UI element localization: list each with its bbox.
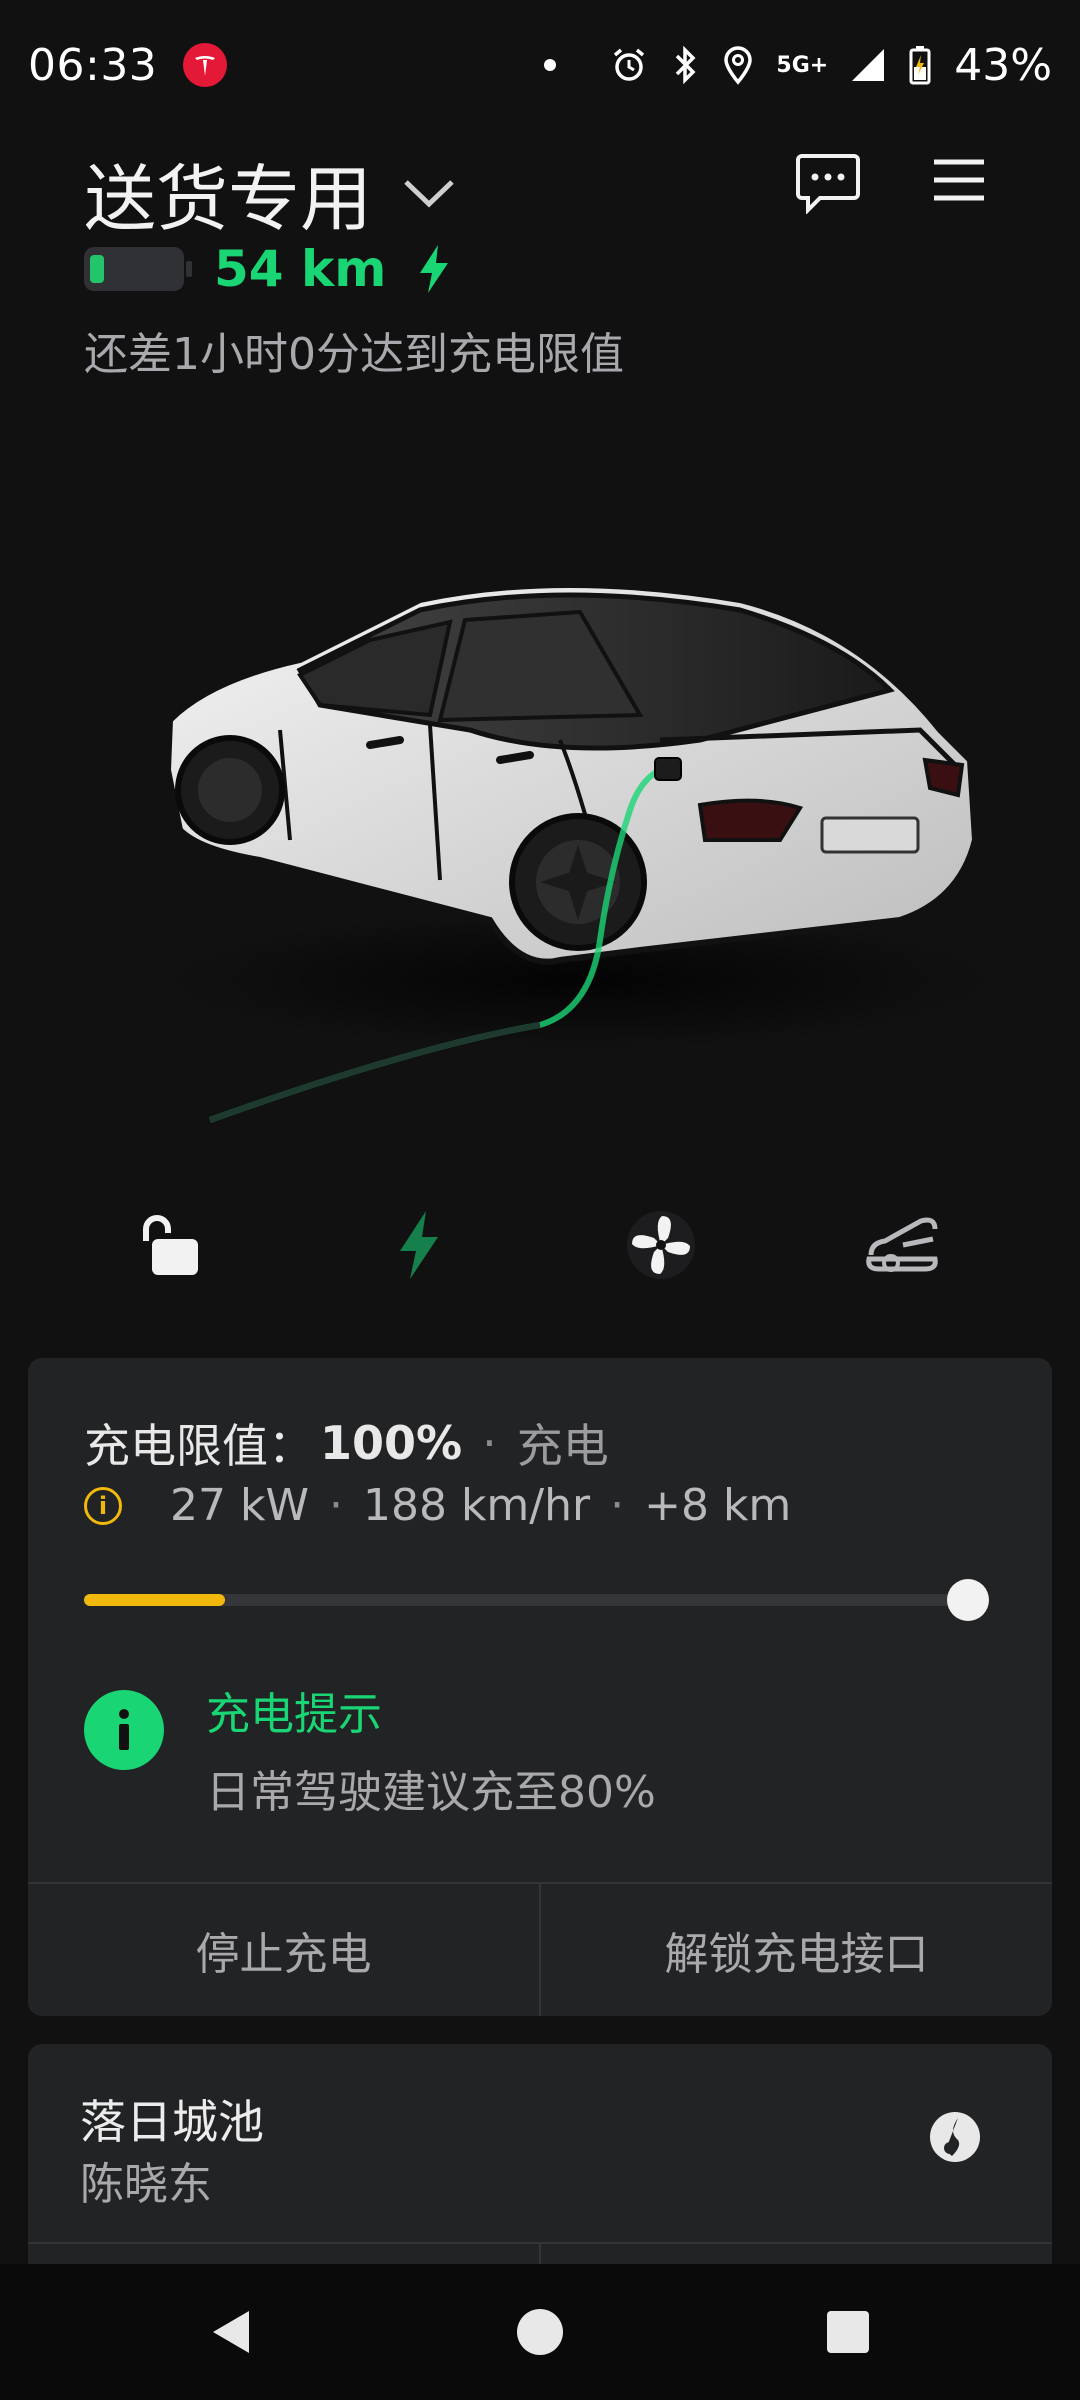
battery-percent: 43%: [954, 39, 1052, 91]
status-time: 06:33: [28, 39, 158, 91]
charging-rate: 188 km/hr: [362, 1480, 591, 1531]
status-icons: 5G+ 43%: [544, 40, 1052, 91]
tip-info-icon: [84, 1690, 164, 1770]
battery-level-icon: [84, 247, 192, 291]
back-button[interactable]: [202, 2302, 262, 2362]
charge-limit-slider[interactable]: [84, 1579, 989, 1621]
range-value: 54 km: [214, 240, 387, 298]
range-row: 54 km: [84, 240, 452, 298]
charge-eta: 还差1小时0分达到充电限值: [84, 329, 624, 380]
home-icon: [517, 2309, 563, 2355]
quick-controls: [0, 1200, 1080, 1290]
charge-icon: [400, 1211, 438, 1279]
media-title: 落日城池: [80, 2095, 264, 2149]
climate-button[interactable]: [616, 1200, 706, 1290]
charge-button[interactable]: [374, 1200, 464, 1290]
tip-title: 充电提示: [206, 1689, 382, 1740]
charging-bolt-icon: [420, 245, 449, 293]
divider: [539, 2242, 541, 2264]
separator: ·: [328, 1480, 343, 1531]
music-source-icon[interactable]: [928, 2110, 982, 2164]
charging-status: 充电: [516, 1419, 609, 1473]
vehicle-selector[interactable]: 送货专用: [84, 140, 456, 245]
stop-charging-button[interactable]: 停止充电: [28, 1884, 539, 2016]
menu-icon[interactable]: [932, 158, 986, 202]
unlock-button[interactable]: [124, 1200, 214, 1290]
charging-stats-row: i 27 kW · 188 km/hr · +8 km: [84, 1480, 791, 1531]
status-bar: 06:33 5G+ 43%: [0, 0, 1080, 130]
signal-icon: [852, 49, 885, 81]
bluetooth-icon: [676, 45, 696, 85]
separator: ·: [482, 1416, 497, 1470]
charge-limit-label: 充电限值：: [84, 1419, 314, 1473]
separator: ·: [610, 1480, 625, 1531]
media-card[interactable]: 落日城池 陈晓东: [28, 2044, 1052, 2264]
charge-limit-row: 充电限值： 100% · 充电: [84, 1410, 609, 1476]
range-added: +8 km: [644, 1480, 792, 1531]
charge-limit-handle[interactable]: [947, 1579, 989, 1621]
recents-icon: [827, 2311, 869, 2353]
tesla-app-icon: [183, 43, 228, 87]
unlock-charge-port-button[interactable]: 解锁充电接口: [539, 1884, 1052, 2016]
tip-body: 日常驾驶建议充至80%: [206, 1767, 656, 1818]
battery-icon: [909, 46, 931, 85]
charging-card: 充电限值： 100% · 充电 i 27 kW · 188 km/hr · +8…: [28, 1358, 1052, 2016]
network-type: 5G+: [776, 52, 829, 78]
chevron-down-icon: [404, 179, 454, 207]
recents-button[interactable]: [818, 2302, 878, 2362]
fan-icon: [627, 1211, 695, 1279]
info-icon[interactable]: i: [84, 1486, 122, 1525]
location-icon: [724, 46, 753, 85]
alarm-icon: [614, 48, 645, 81]
media-artist: 陈晓东: [80, 2159, 212, 2210]
charge-level-fill: [84, 1594, 226, 1606]
trunk-icon: [866, 1217, 938, 1272]
charging-power: 27 kW: [170, 1480, 309, 1531]
system-nav-bar: [0, 2264, 1080, 2400]
message-icon[interactable]: [796, 152, 860, 214]
vehicle-name: 送货专用: [84, 157, 373, 241]
dot-icon: [544, 59, 557, 71]
vehicle-image: [0, 540, 1080, 1140]
home-button[interactable]: [510, 2302, 570, 2362]
charging-tip: 充电提示 日常驾驶建议充至80%: [84, 1678, 656, 1820]
unlock-icon: [143, 1215, 198, 1275]
trunk-button[interactable]: [858, 1200, 948, 1290]
charging-actions: 停止充电 解锁充电接口: [28, 1882, 1052, 2016]
charge-limit-value: 100%: [320, 1416, 463, 1470]
back-icon: [213, 2311, 249, 2353]
